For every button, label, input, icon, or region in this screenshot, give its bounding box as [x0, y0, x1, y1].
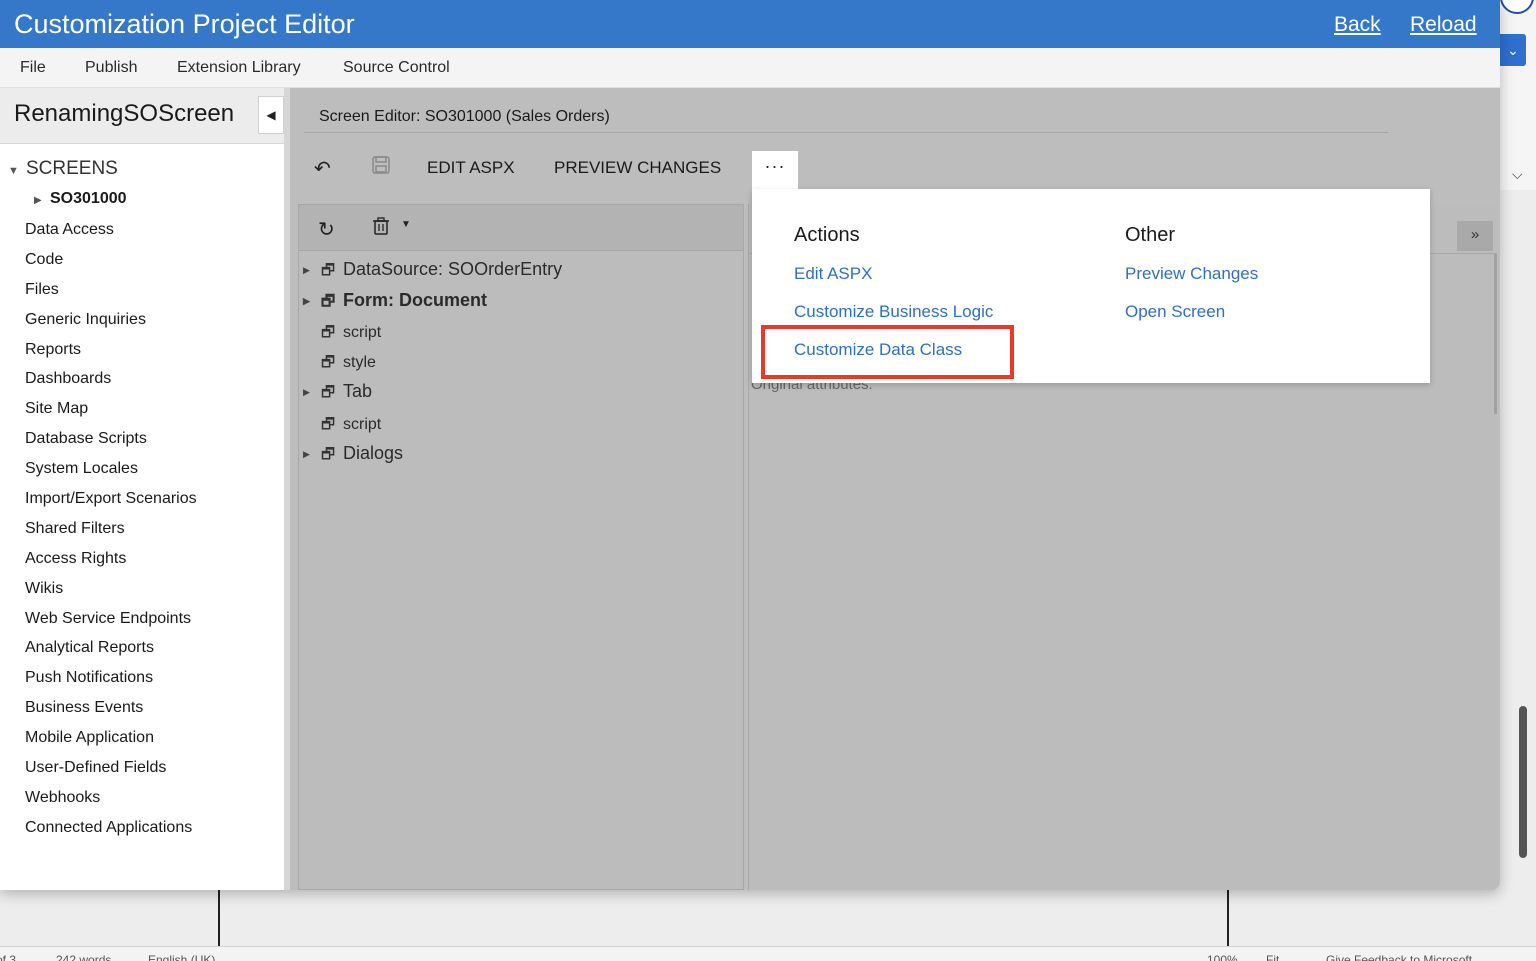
delete-dropdown-icon[interactable]: ▼	[401, 219, 411, 230]
menu-file[interactable]: File	[20, 59, 46, 77]
customize-business-logic-link[interactable]: Customize Business Logic	[794, 302, 993, 322]
tree-node[interactable]: 🗗 script	[303, 414, 381, 439]
tree-node[interactable]: ▶ 🗗 Tab	[303, 381, 372, 407]
caret-right-icon: ▶	[303, 386, 310, 397]
caret-right-icon: ▶	[303, 295, 310, 306]
sidebar-item-webhooks[interactable]: Webhooks	[25, 788, 197, 818]
sidebar-item-generic-inquiries[interactable]: Generic Inquiries	[25, 310, 197, 340]
tree-node[interactable]: ▶ 🗗 Dialogs	[303, 443, 403, 469]
status-words: 242 words	[56, 953, 112, 961]
header-divider	[304, 132, 1388, 133]
sidebar-item-mobile-application[interactable]: Mobile Application	[25, 728, 197, 758]
caret-right-icon: ▶	[303, 448, 310, 459]
sidebar-item-data-access[interactable]: Data Access	[25, 220, 197, 250]
background-ribbon	[1500, 0, 1536, 190]
tree-node[interactable]: ▶ 🗗 DataSource: SOOrderEntry	[303, 259, 562, 285]
sidebar: RenamingSOScreen ◀ ▼ SCREENS ▶ SO301000 Da…	[0, 88, 290, 890]
more-actions-dropdown: Actions Other Edit ASPX Customize Busine…	[752, 189, 1430, 383]
delete-icon[interactable]	[373, 217, 389, 241]
status-language: English (UK)	[148, 953, 216, 961]
sidebar-item-site-map[interactable]: Site Map	[25, 399, 197, 429]
tree-node[interactable]: 🗗 style	[303, 352, 376, 377]
more-actions-button[interactable]: ···	[752, 151, 798, 189]
control-icon: 🗗	[321, 262, 336, 279]
background-status-bar: of 3 242 words English (UK) 100% Fit Giv…	[0, 946, 1536, 961]
sidebar-item-code[interactable]: Code	[25, 250, 197, 280]
back-link[interactable]: Back	[1334, 13, 1381, 37]
customization-editor-window: Customization Project Editor Back Reload…	[0, 0, 1500, 890]
expand-icon[interactable]: »	[1457, 221, 1493, 251]
save-icon	[372, 156, 390, 180]
actions-header: Actions	[794, 224, 860, 246]
preview-changes-link[interactable]: Preview Changes	[1125, 264, 1258, 284]
panel-scrollbar[interactable]	[1494, 254, 1497, 414]
caret-right-icon: ▶	[303, 264, 310, 275]
control-icon: 🗗	[321, 354, 336, 371]
edit-aspx-button[interactable]: EDIT ASPX	[427, 158, 515, 178]
edit-aspx-link[interactable]: Edit ASPX	[794, 264, 872, 284]
sidebar-item-import-export[interactable]: Import/Export Scenarios	[25, 489, 197, 519]
sidebar-section-screens[interactable]: ▼ SCREENS	[8, 158, 118, 180]
title-bar: Customization Project Editor Back Reload	[0, 0, 1500, 48]
sidebar-item-files[interactable]: Files	[25, 280, 197, 310]
menu-extension-library[interactable]: Extension Library	[177, 59, 301, 77]
preview-changes-button[interactable]: PREVIEW CHANGES	[554, 158, 721, 178]
project-name: RenamingSOScreen	[14, 100, 235, 127]
tree-node[interactable]: 🗗 script	[303, 322, 381, 347]
tree-node[interactable]: ▶ 🗗 Form: Document	[303, 290, 487, 316]
menu-publish[interactable]: Publish	[85, 59, 137, 77]
open-screen-link[interactable]: Open Screen	[1125, 302, 1225, 322]
sidebar-item-so301000[interactable]: ▶ SO301000	[34, 190, 127, 208]
control-icon: 🗗	[321, 384, 336, 401]
status-page: of 3	[0, 953, 17, 961]
status-feedback: Give Feedback to Microsoft	[1326, 953, 1473, 961]
refresh-icon[interactable]: ↻	[318, 217, 335, 242]
sidebar-item-reports[interactable]: Reports	[25, 340, 197, 370]
menu-bar: File Publish Extension Library Source Co…	[0, 48, 1500, 88]
screen-editor-title: Screen Editor: SO301000 (Sales Orders)	[319, 108, 610, 125]
other-header: Other	[1125, 224, 1176, 246]
chevron-down-icon: ⌵	[1512, 166, 1523, 182]
status-zoom: 100%	[1207, 953, 1238, 961]
background-scrollbar	[1519, 706, 1527, 858]
reload-link[interactable]: Reload	[1410, 13, 1477, 37]
status-fit: Fit	[1266, 953, 1280, 961]
control-icon: 🗗	[321, 416, 336, 433]
sidebar-item-connected-applications[interactable]: Connected Applications	[25, 818, 197, 848]
sidebar-item-access-rights[interactable]: Access Rights	[25, 549, 197, 579]
control-icon: 🗗	[321, 324, 336, 341]
project-header: RenamingSOScreen	[0, 88, 284, 144]
sidebar-item-user-defined-fields[interactable]: User-Defined Fields	[25, 758, 197, 788]
control-tree-panel: ↻ ▼ ▶ 🗗 DataSource: SOOrderEntry ▶ 🗗 Form: D…	[298, 204, 744, 890]
sidebar-item-shared-filters[interactable]: Shared Filters	[25, 519, 197, 549]
highlight-box	[761, 325, 1014, 379]
menu-source-control[interactable]: Source Control	[343, 59, 450, 77]
caret-down-icon: ▼	[8, 165, 19, 177]
sidebar-item-analytical-reports[interactable]: Analytical Reports	[25, 638, 197, 668]
caret-right-icon: ▶	[34, 195, 42, 206]
sidebar-item-web-service-endpoints[interactable]: Web Service Endpoints	[25, 609, 197, 639]
sidebar-item-wikis[interactable]: Wikis	[25, 579, 197, 609]
sidebar-item-business-events[interactable]: Business Events	[25, 698, 197, 728]
background-dropdown-button: ⌄	[1500, 34, 1526, 66]
background-page-edge	[1227, 890, 1229, 946]
control-icon: 🗗	[321, 446, 336, 463]
sidebar-item-database-scripts[interactable]: Database Scripts	[25, 429, 197, 459]
undo-icon[interactable]: ↶	[314, 156, 331, 181]
sidebar-item-push-notifications[interactable]: Push Notifications	[25, 668, 197, 698]
window-title: Customization Project Editor	[14, 9, 355, 39]
sidebar-item-system-locales[interactable]: System Locales	[25, 459, 197, 489]
background-page-edge	[218, 890, 220, 946]
collapse-sidebar-button[interactable]: ◀	[258, 96, 284, 134]
control-icon: 🗗	[321, 293, 336, 310]
sidebar-item-dashboards[interactable]: Dashboards	[25, 369, 197, 399]
tree-toolbar: ↻ ▼	[299, 205, 743, 251]
sidebar-nav-list: Data Access Code Files Generic Inquiries…	[25, 220, 197, 848]
